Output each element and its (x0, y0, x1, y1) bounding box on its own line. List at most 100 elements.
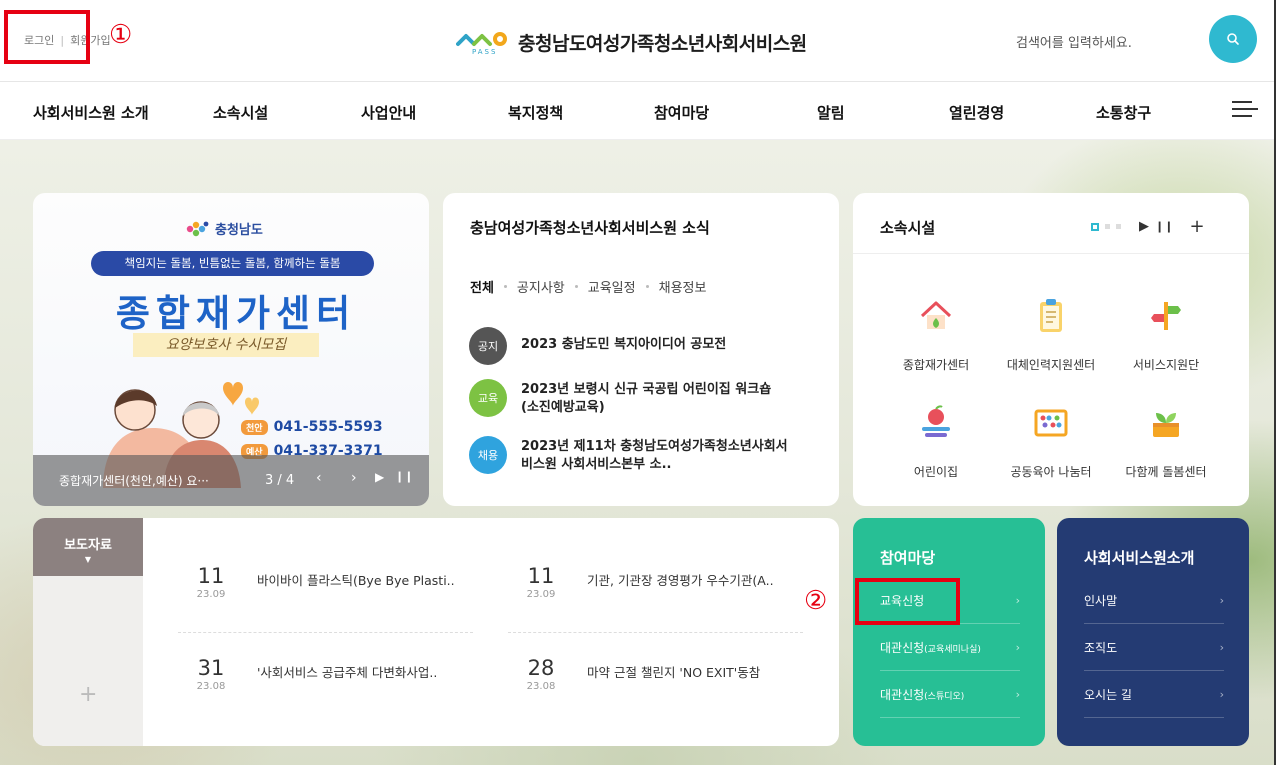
link-sublabel: (교육세미나실) (924, 645, 981, 655)
annotation-mark-1: ① (109, 20, 133, 50)
press-title: 마약 근절 챌린지 'NO EXIT'동참 (587, 665, 761, 680)
banner-phone-1-tag: 천안 (241, 419, 268, 435)
plant-box-icon (1153, 413, 1179, 437)
nav-item-management[interactable]: 열린경영 (949, 102, 1004, 123)
news-badge-notice: 공지 (469, 327, 507, 365)
news-item-text: 2023년 보령시 신규 국공립 어린이집 워크숍(소진예방교육) (521, 382, 772, 415)
facility-label: 다함께 돌봄센터 (1125, 465, 1207, 479)
pause-icon[interactable]: ❙❙ (1155, 220, 1173, 233)
news-title: 충남여성가족청소년사회서비스원 소식 (470, 219, 710, 237)
press-title: 바이바이 플라스틱(Bye Bye Plasti.. (257, 573, 455, 588)
link-label: 대관신청 (880, 688, 925, 702)
facility-label: 대체인력지원센터 (1006, 358, 1096, 372)
highlight-box-login (4, 10, 90, 64)
divider (853, 253, 1249, 254)
tab-press[interactable]: 보도자료 ▼ (33, 518, 143, 576)
link-rental-seminar-room[interactable]: 대관신청(교육세미나실) › (880, 625, 1020, 671)
facility-label: 종합재가센터 (902, 358, 970, 372)
press-day: 28 (527, 656, 555, 680)
pause-icon[interactable]: ❙❙ (395, 470, 413, 483)
chevron-left-icon[interactable]: ‹ (316, 470, 322, 486)
chevron-right-icon: › (1219, 641, 1224, 654)
banner-title: 종합재가센터 (115, 292, 357, 335)
nav-item-participation[interactable]: 참여마당 (654, 102, 709, 123)
participation-panel: 참여마당 교육신청 › 대관신청(교육세미나실) › 대관신청(스튜디오) › (853, 518, 1045, 746)
nav-item-notice[interactable]: 알림 (817, 102, 845, 123)
tab-notice[interactable]: 공지사항 (517, 277, 565, 296)
facility-substitute[interactable]: 대체인력지원센터 (988, 296, 1114, 373)
banner-slider[interactable]: 충청남도 책임지는 돌봄, 빈틈없는 돌봄, 함께하는 돌봄 종합재가센터 요양… (33, 193, 429, 506)
press-day: 31 (197, 656, 225, 680)
news-item[interactable]: 공지 2023 충남도민 복지아이디어 공모전 (469, 327, 789, 365)
nav-item-business[interactable]: 사업안내 (361, 102, 416, 123)
logo-icon: PASS (456, 28, 510, 56)
link-label-wrap: 대관신청(스튜디오) (880, 686, 964, 703)
nav-item-facilities[interactable]: 소속시설 (213, 102, 268, 123)
link-rental-studio[interactable]: 대관신청(스튜디오) › (880, 672, 1020, 718)
press-month: 23.08 (526, 681, 556, 692)
banner-counter: 3 / 4 (265, 473, 295, 488)
house-icon (920, 301, 952, 329)
play-icon[interactable]: ▶︎ (1139, 219, 1149, 234)
play-icon[interactable]: ▶︎ (375, 470, 384, 484)
site-logo[interactable]: PASS 충청남도여성가족청소년사회서비스원 (456, 28, 807, 56)
apple-icon (922, 405, 950, 437)
press-date: 31 23.08 (189, 656, 233, 692)
banner-phone-1: 천안 041-555-5593 (241, 419, 383, 435)
facility-label: 공동육아 나눔터 (1010, 465, 1092, 479)
slide-indicator-active[interactable] (1091, 222, 1099, 231)
search-button[interactable] (1209, 15, 1257, 63)
main-navigation: 사회서비스원 소개 소속시설 사업안내 복지정책 참여마당 알림 열린경영 소통… (0, 82, 1276, 140)
slide-indicator[interactable] (1116, 224, 1121, 229)
facility-home-care[interactable]: 종합재가센터 (873, 296, 999, 373)
link-directions[interactable]: 오시는 길 › (1084, 672, 1224, 718)
abacus-icon (1034, 409, 1068, 437)
chevron-right-icon: › (1219, 594, 1224, 607)
banner-slogan: 책임지는 돌봄, 빈틈없는 돌봄, 함께하는 돌봄 (91, 251, 374, 276)
nav-item-about[interactable]: 사회서비스원 소개 (33, 102, 149, 123)
facility-label: 어린이집 (913, 465, 959, 479)
highlight-box-education (855, 578, 960, 625)
nav-item-communication[interactable]: 소통창구 (1096, 102, 1151, 123)
logo-sub: PASS (472, 48, 498, 56)
plus-icon[interactable]: + (1189, 216, 1204, 237)
link-label: 오시는 길 (1084, 688, 1132, 702)
facility-together-care[interactable]: 다함께 돌봄센터 (1103, 403, 1229, 480)
chevron-right-icon: › (1015, 594, 1020, 607)
intro-panel: 사회서비스원소개 인사말 › 조직도 › 오시는 길 › (1057, 518, 1249, 746)
tab-recruit[interactable]: 채용정보 (659, 277, 707, 296)
search-input[interactable]: 검색어를 입력하세요. (1016, 32, 1132, 51)
plus-icon[interactable]: + (79, 682, 97, 707)
divider (508, 632, 803, 633)
press-date: 11 23.09 (189, 564, 233, 600)
link-organization[interactable]: 조직도 › (1084, 625, 1224, 671)
banner-caption[interactable]: 종합재가센터(천안,예산) 요··· (59, 472, 209, 489)
link-label: 인사말 (1084, 594, 1118, 608)
chevron-right-icon[interactable]: › (351, 470, 357, 486)
press-month: 23.08 (196, 681, 226, 692)
press-title: '사회서비스 공급주체 다변화사업.. (257, 665, 438, 680)
news-item[interactable]: 교육 2023년 보령시 신규 국공립 어린이집 워크숍(소진예방교육) (469, 379, 789, 417)
tab-education[interactable]: 교육일정 (588, 277, 636, 296)
banner-org: 충청남도 (185, 219, 263, 238)
nav-item-policy[interactable]: 복지정책 (508, 102, 563, 123)
link-greeting[interactable]: 인사말 › (1084, 578, 1224, 624)
news-item-text: 2023년 제11차 충청남도여성가족청소년사회서비스원 사회서비스본부 소.. (521, 439, 788, 472)
chevron-right-icon: › (1219, 688, 1224, 701)
news-panel: 충남여성가족청소년사회서비스원 소식 전체 공지사항 교육일정 채용정보 공지 … (443, 193, 839, 506)
participation-title: 참여마당 (880, 549, 936, 567)
tab-all[interactable]: 전체 (470, 277, 494, 296)
facility-co-parenting[interactable]: 공동육아 나눔터 (988, 403, 1114, 480)
press-tab-label: 보도자료 (64, 538, 112, 553)
logo-text: 충청남도여성가족청소년사회서비스원 (518, 32, 807, 55)
slide-indicator[interactable] (1105, 224, 1110, 229)
press-date: 11 23.09 (519, 564, 563, 600)
link-sublabel: (스튜디오) (924, 692, 965, 702)
facilities-panel: 소속시설 ▶︎ ❙❙ + 종합재가센터 대체인력지원센터 서비스지원단 어린이집… (853, 193, 1249, 506)
facility-daycare[interactable]: 어린이집 (873, 403, 999, 480)
news-item[interactable]: 채용 2023년 제11차 충청남도여성가족청소년사회서비스원 사회서비스본부 … (469, 436, 789, 474)
link-label: 조직도 (1084, 641, 1118, 655)
facility-service-support[interactable]: 서비스지원단 (1103, 296, 1229, 373)
press-sidebar: 보도자료 ▼ + (33, 518, 143, 746)
menu-icon[interactable] (1232, 101, 1258, 121)
